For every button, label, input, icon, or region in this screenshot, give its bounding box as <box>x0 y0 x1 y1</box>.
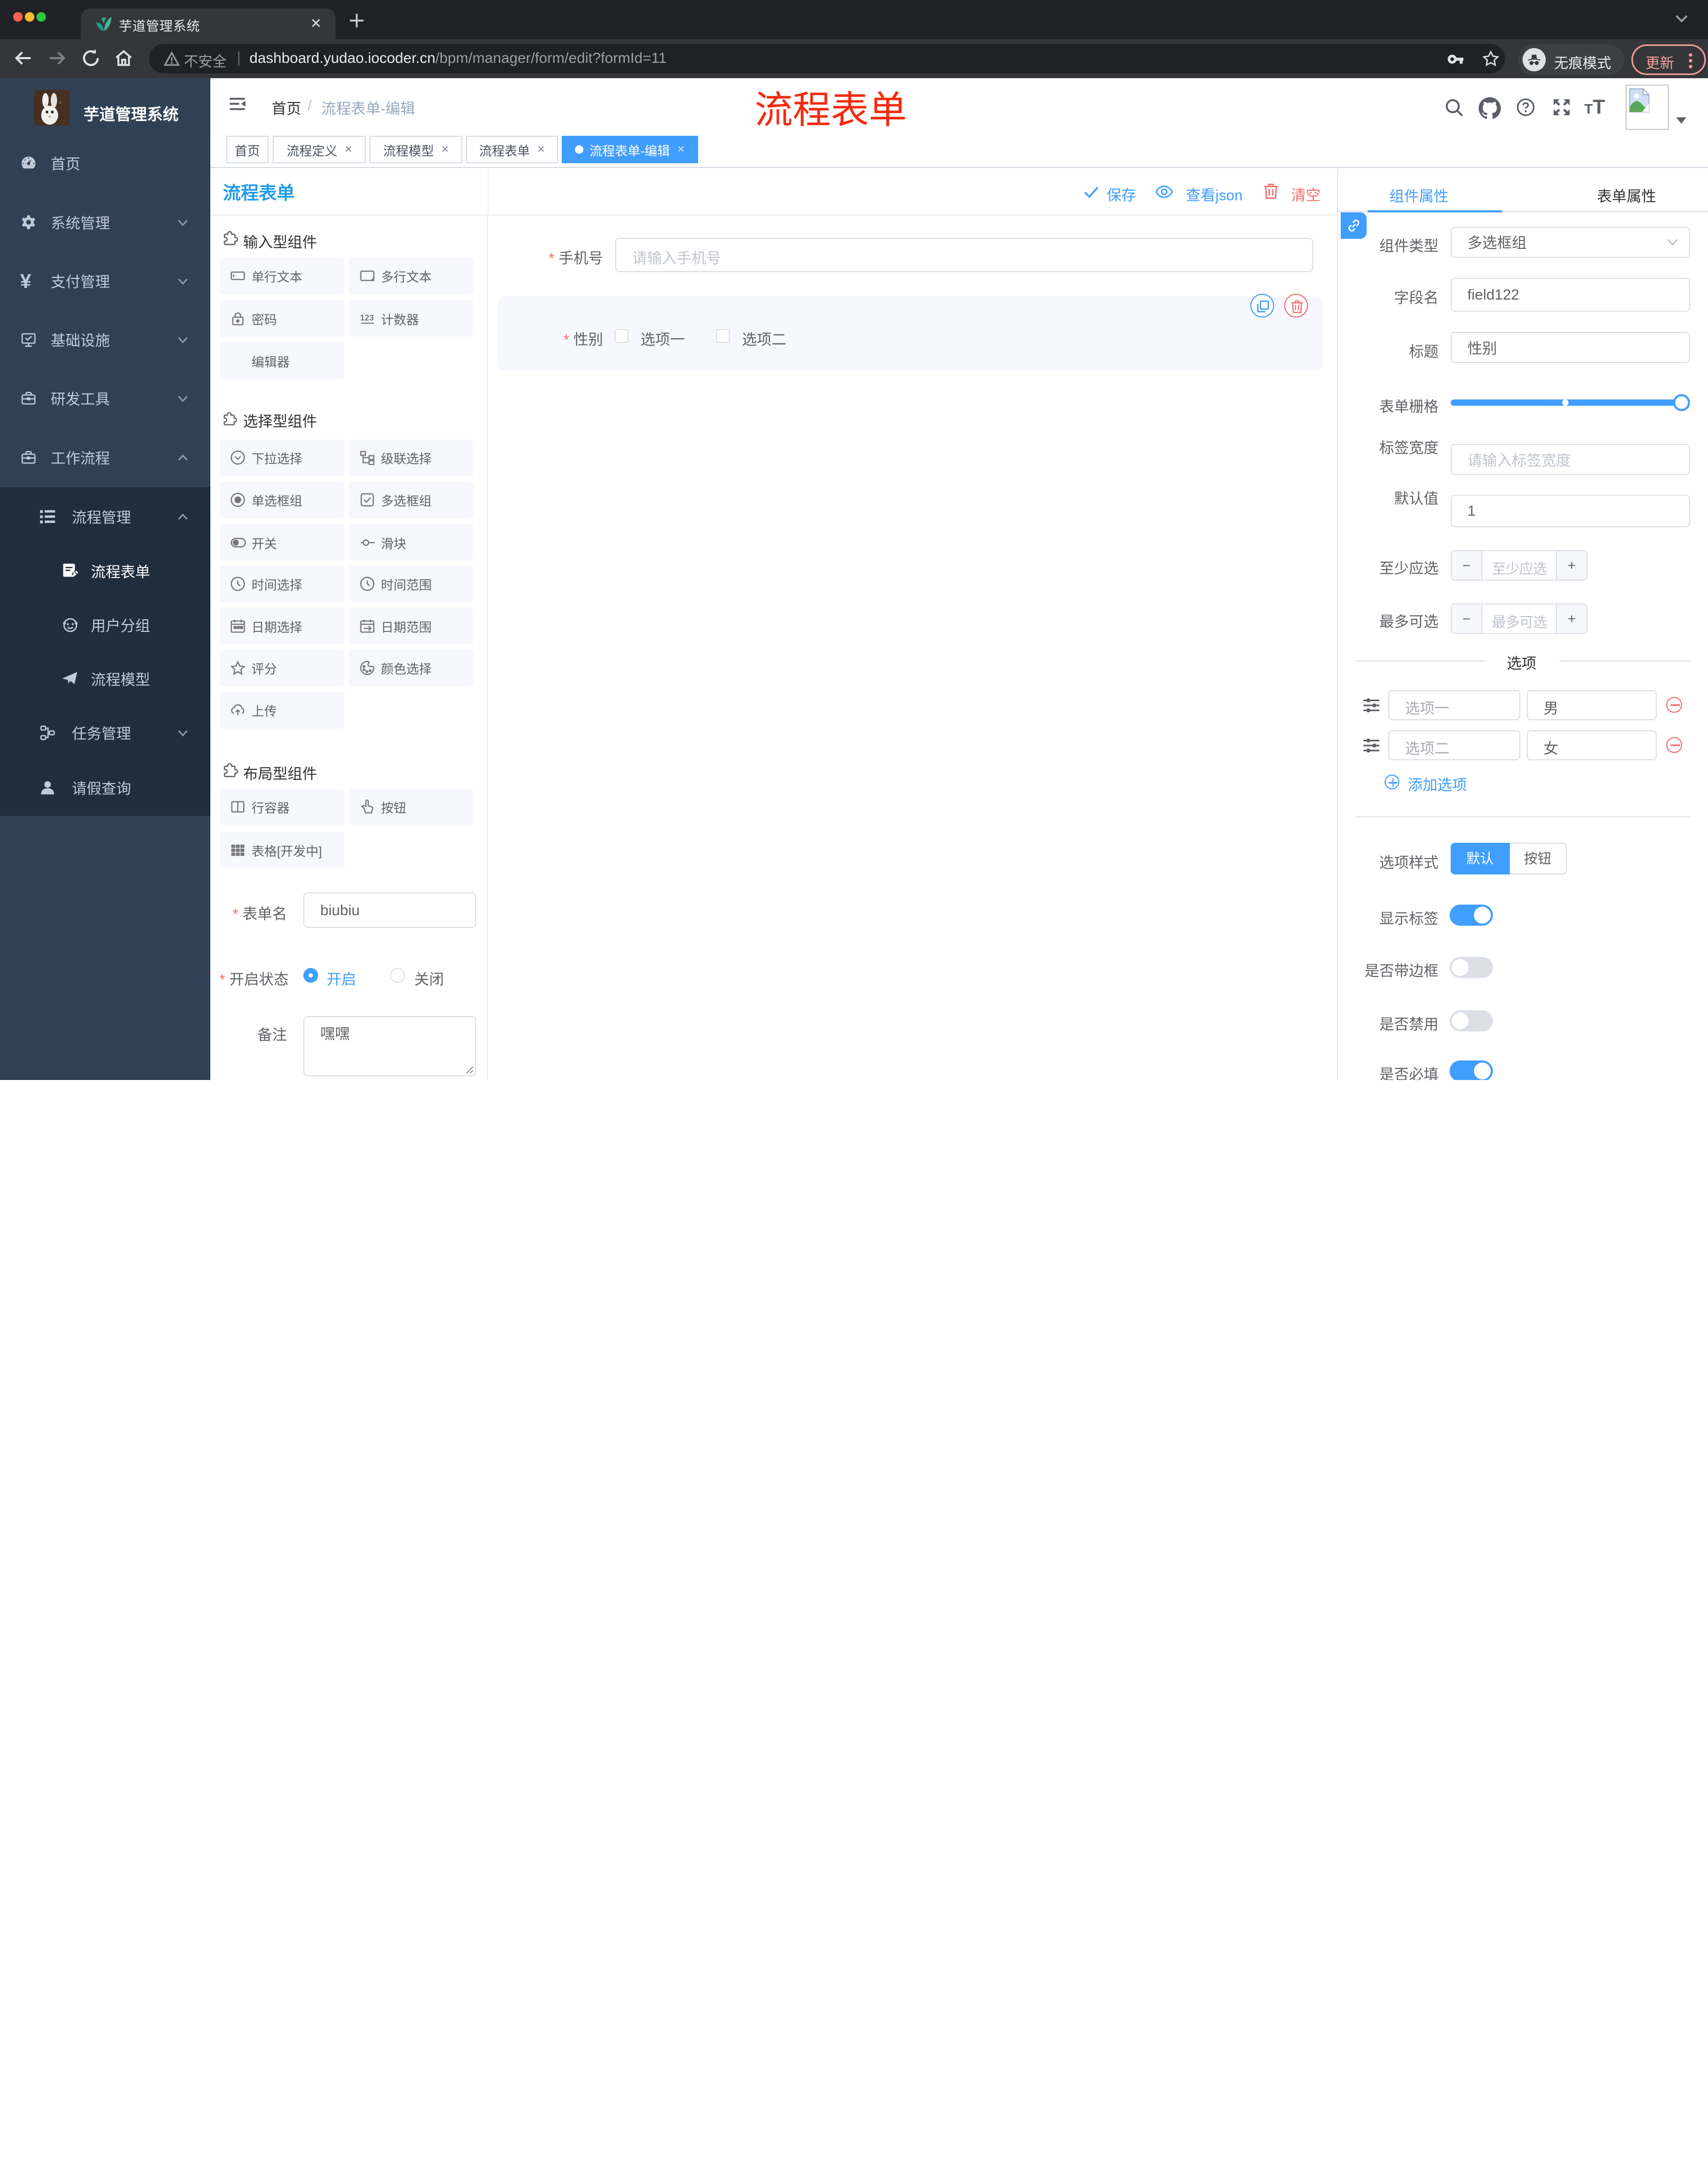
svg-text:123: 123 <box>360 313 374 322</box>
